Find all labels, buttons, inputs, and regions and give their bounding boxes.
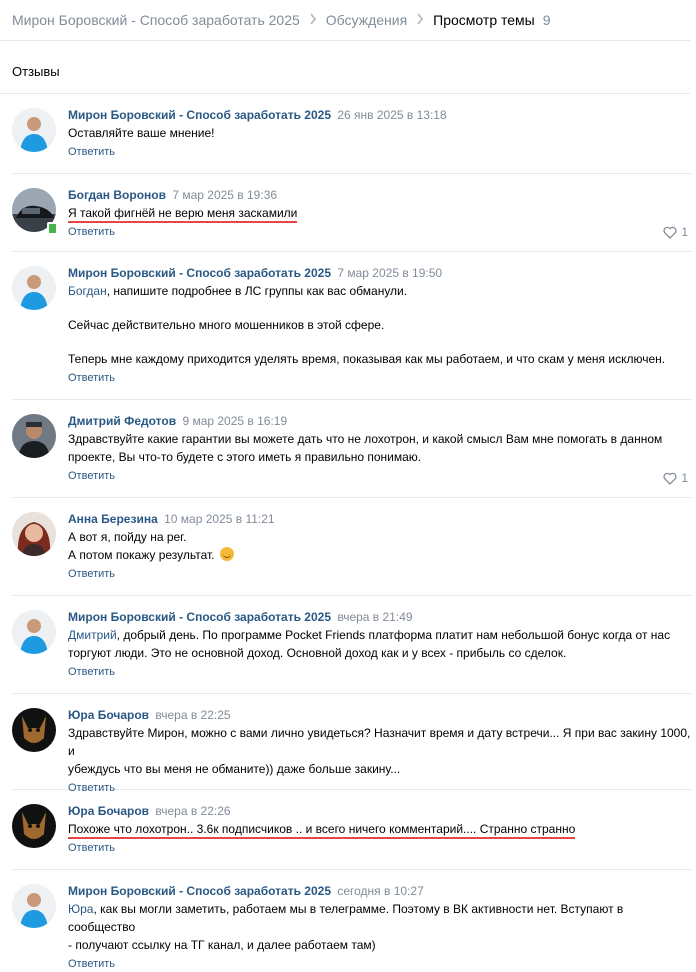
breadcrumb-discussions-link[interactable]: Обсуждения xyxy=(326,12,407,28)
comment-text: Здравствуйте Мирон, можно с вами лично у… xyxy=(68,726,691,776)
breadcrumb-group-link[interactable]: Мирон Боровский - Способ заработать 2025 xyxy=(12,12,300,28)
reply-button[interactable]: Ответить xyxy=(68,956,115,972)
comment-author[interactable]: Юра Бочаров xyxy=(68,708,149,722)
comment-item: Юра Бочаров вчера в 22:25 Здравствуйте М… xyxy=(12,694,692,794)
reply-button[interactable]: Ответить xyxy=(68,224,115,240)
avatar[interactable] xyxy=(12,512,56,556)
mention-link[interactable]: Юра xyxy=(68,902,93,916)
breadcrumb-current: Просмотр темы xyxy=(433,12,535,28)
online-mobile-icon xyxy=(47,222,58,235)
comment-text: Похоже что лохотрон.. 3.6к подписчиков .… xyxy=(68,820,692,839)
comment-text: Оставляйте ваше мнение! xyxy=(68,126,215,140)
comment-author[interactable]: Богдан Воронов xyxy=(68,188,166,202)
heart-icon xyxy=(663,226,677,239)
like-button[interactable]: 1 xyxy=(663,469,688,487)
reply-button[interactable]: Ответить xyxy=(68,468,115,484)
topic-title: Отзывы xyxy=(0,41,690,94)
comment-text: Здравствуйте какие гарантии вы можете да… xyxy=(68,432,663,464)
reply-button[interactable]: Ответить xyxy=(68,144,115,160)
comment-author[interactable]: Мирон Боровский - Способ заработать 2025 xyxy=(68,610,331,624)
comment-date[interactable]: 10 мар 2025 в 11:21 xyxy=(164,512,275,526)
avatar[interactable] xyxy=(12,884,56,928)
breadcrumb: Мирон Боровский - Способ заработать 2025… xyxy=(0,0,690,41)
mention-link[interactable]: Богдан xyxy=(68,284,107,298)
comment-author[interactable]: Анна Березина xyxy=(68,512,158,526)
avatar[interactable] xyxy=(12,804,56,848)
comment-item: Мирон Боровский - Способ заработать 2025… xyxy=(12,596,692,694)
avatar[interactable] xyxy=(12,414,56,458)
reply-button[interactable]: Ответить xyxy=(68,370,115,386)
avatar[interactable] xyxy=(12,108,56,152)
comment-text: Дмитрий, добрый день. По программе Pocke… xyxy=(68,628,671,660)
comment-item: Юра Бочаров вчера в 22:26 Похоже что лох… xyxy=(12,790,692,870)
comment-text: А вот я, пойду на рег. А потом покажу ре… xyxy=(68,528,692,564)
comment-author[interactable]: Юра Бочаров xyxy=(68,804,149,818)
comment-item: Дмитрий Федотов 9 мар 2025 в 16:19 Здрав… xyxy=(12,400,692,498)
comment-date[interactable]: 26 янв 2025 в 13:18 xyxy=(337,108,446,122)
like-button[interactable]: 1 xyxy=(663,223,688,241)
comment-date[interactable]: вчера в 22:26 xyxy=(155,804,230,818)
comment-item: Мирон Боровский - Способ заработать 2025… xyxy=(12,94,692,174)
comment-date[interactable]: 9 мар 2025 в 16:19 xyxy=(182,414,287,428)
comment-item: Мирон Боровский - Способ заработать 2025… xyxy=(12,870,692,970)
like-count: 1 xyxy=(681,471,688,485)
smiling-face-emoji-icon xyxy=(219,547,234,561)
comment-author[interactable]: Мирон Боровский - Способ заработать 2025 xyxy=(68,884,331,898)
mention-link[interactable]: Дмитрий xyxy=(68,628,117,642)
reply-button[interactable]: Ответить xyxy=(68,664,115,680)
comment-author[interactable]: Мирон Боровский - Способ заработать 2025 xyxy=(68,266,331,280)
reply-button[interactable]: Ответить xyxy=(68,566,115,582)
like-count: 1 xyxy=(681,225,688,239)
comment-date[interactable]: 7 мар 2025 в 19:50 xyxy=(337,266,442,280)
avatar[interactable] xyxy=(12,708,56,752)
comment-author[interactable]: Дмитрий Федотов xyxy=(68,414,176,428)
reply-button[interactable]: Ответить xyxy=(68,840,115,856)
comment-list: Мирон Боровский - Способ заработать 2025… xyxy=(12,94,692,970)
comment-item: Анна Березина 10 мар 2025 в 11:21 А вот … xyxy=(12,498,692,596)
comment-text: Я такой фигнёй не верю меня заскамили xyxy=(68,204,692,223)
comment-date[interactable]: сегодня в 10:27 xyxy=(337,884,423,898)
comment-text: Богдан, напишите подробнее в ЛС группы к… xyxy=(68,284,666,366)
chevron-right-icon xyxy=(413,12,427,28)
heart-icon xyxy=(663,472,677,485)
comment-text-highlighted: Я такой фигнёй не верю меня заскамили xyxy=(68,206,298,223)
comment-date[interactable]: вчера в 22:25 xyxy=(155,708,230,722)
comment-item: Мирон Боровский - Способ заработать 2025… xyxy=(12,252,692,400)
comment-date[interactable]: вчера в 21:49 xyxy=(337,610,412,624)
avatar[interactable] xyxy=(12,610,56,654)
comment-text: Юра, как вы могли заметить, работаем мы … xyxy=(68,902,624,952)
comment-count: 9 xyxy=(542,12,551,28)
chevron-right-icon xyxy=(306,12,320,28)
comment-text-highlighted: Похоже что лохотрон.. 3.6к подписчиков .… xyxy=(68,822,576,839)
comment-author[interactable]: Мирон Боровский - Способ заработать 2025 xyxy=(68,108,331,122)
comment-item: Богдан Воронов 7 мар 2025 в 19:36 Я тако… xyxy=(12,174,692,252)
avatar[interactable] xyxy=(12,266,56,310)
comment-date[interactable]: 7 мар 2025 в 19:36 xyxy=(172,188,277,202)
